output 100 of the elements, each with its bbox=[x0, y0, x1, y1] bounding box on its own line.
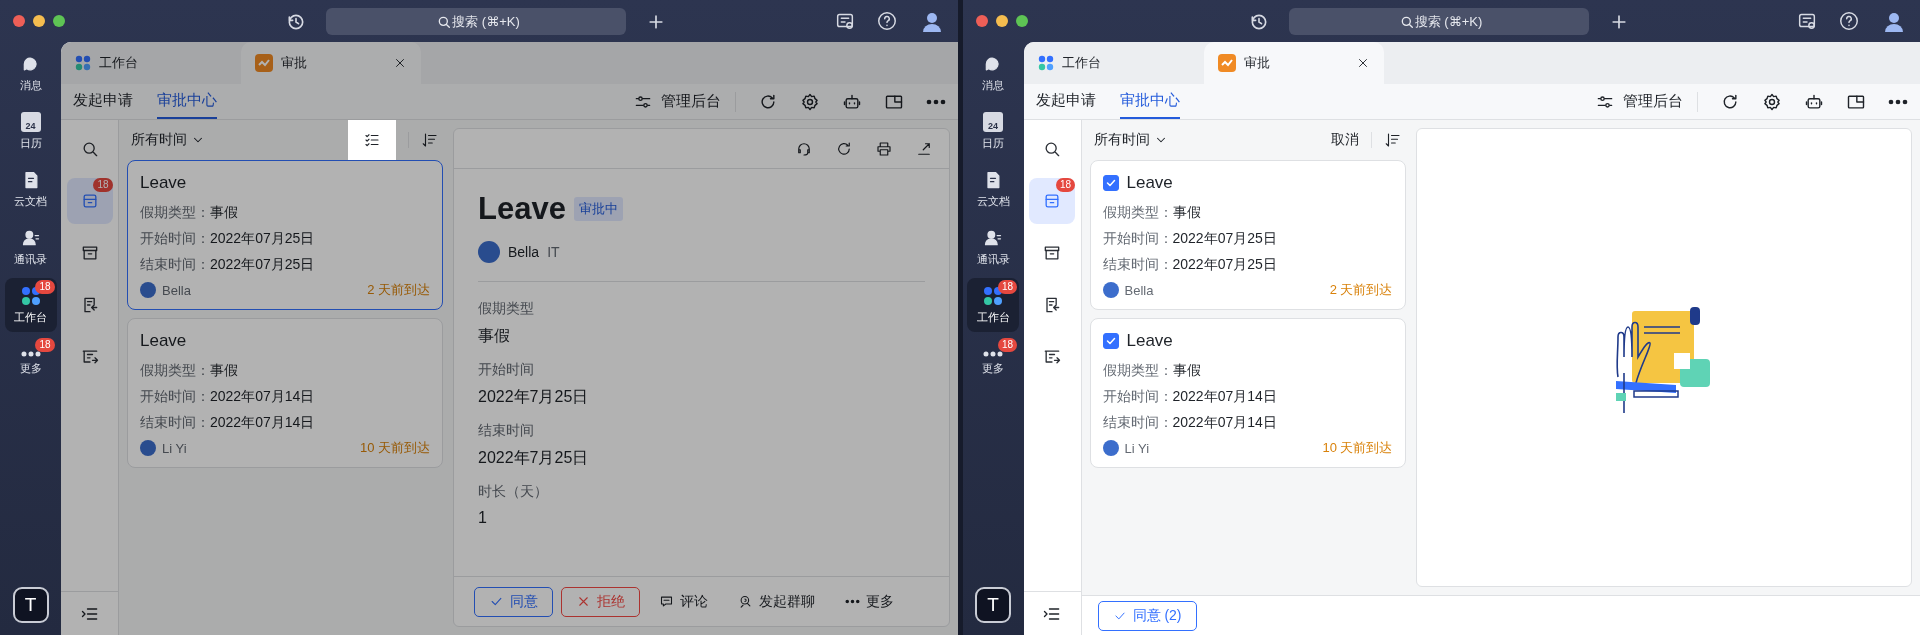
sort-button[interactable] bbox=[421, 131, 439, 149]
app-tab[interactable]: 审批 bbox=[241, 42, 421, 84]
admin-button[interactable]: 管理后台 bbox=[1595, 91, 1698, 112]
arrival-time: 10 天前到达 bbox=[1322, 439, 1393, 457]
field-text: 假期类型：事假 bbox=[140, 361, 239, 380]
requester-name: Bella bbox=[162, 282, 191, 298]
nav-tab[interactable]: 发起申请 bbox=[73, 84, 133, 119]
sort-icon bbox=[421, 131, 439, 149]
requester-name: Bella bbox=[1124, 282, 1154, 298]
rail-item[interactable]: 24 日历 bbox=[967, 104, 1019, 158]
rail-item[interactable]: 云文档 bbox=[4, 162, 57, 216]
search-icon bbox=[436, 14, 452, 30]
help-icon bbox=[1838, 10, 1860, 32]
print-icon bbox=[874, 139, 893, 158]
approval-card[interactable]: Leave 假期类型：事假 开始时间：2022年07月14日 结束时间：2022年07月14日 Li Yi 10 天前到达 bbox=[1089, 318, 1406, 468]
more-icon bbox=[20, 350, 41, 357]
detail-title: Leave bbox=[478, 191, 566, 227]
requester-name: Li Yi bbox=[1124, 440, 1150, 456]
help-button[interactable] bbox=[1838, 10, 1860, 32]
time-filter-dropdown[interactable]: 所有时间 bbox=[131, 131, 205, 149]
ellipsis-icon bbox=[845, 599, 860, 604]
field-label: 结束时间 bbox=[478, 422, 535, 440]
ellipsis-icon bbox=[1888, 98, 1908, 105]
chat-search-icon bbox=[738, 594, 753, 609]
rail-item[interactable]: 云文档 bbox=[967, 162, 1019, 216]
four-dots-icon bbox=[75, 55, 91, 71]
four-dots-icon bbox=[20, 285, 41, 306]
four-dots-icon bbox=[983, 285, 1003, 306]
group-chat-button[interactable]: 发起群聊 bbox=[727, 586, 826, 617]
check-icon bbox=[1104, 335, 1117, 347]
count-badge: 18 bbox=[1055, 178, 1075, 192]
search-field[interactable]: 搜索 (⌘+K) bbox=[1288, 8, 1589, 35]
settings-button[interactable] bbox=[799, 91, 820, 112]
field-text: 假期类型：事假 bbox=[140, 203, 239, 222]
count-badge: 18 bbox=[997, 280, 1017, 294]
settings-button[interactable] bbox=[1762, 91, 1782, 112]
checkbox[interactable] bbox=[1102, 333, 1119, 349]
workspace-avatar[interactable]: T bbox=[975, 587, 1011, 623]
checkbox[interactable] bbox=[1102, 175, 1119, 191]
field-value: 1 bbox=[478, 509, 488, 527]
rail-item[interactable]: 24 日历 bbox=[4, 104, 57, 158]
approval-card[interactable]: Leave 假期类型：事假 开始时间：2022年07月25日 结束时间：2022年07月25日 Bella 2 天前到达 bbox=[127, 160, 443, 310]
cancel-button[interactable]: 取消 bbox=[1330, 131, 1359, 149]
field-text: 开始时间：2022年07月25日 bbox=[140, 229, 316, 248]
time-filter-dropdown[interactable]: 所有时间 bbox=[1093, 131, 1168, 149]
rail-item[interactable]: 更多 18 bbox=[4, 336, 57, 390]
rail-item[interactable]: 通讯录 bbox=[4, 220, 57, 274]
comment-button[interactable]: 评论 bbox=[648, 586, 719, 617]
rail-item[interactable]: 消息 bbox=[967, 46, 1019, 100]
avatar-circle bbox=[1102, 440, 1119, 456]
search-field[interactable]: 搜索 (⌘+K) bbox=[326, 8, 626, 35]
comment-icon bbox=[659, 594, 674, 609]
print-button[interactable] bbox=[874, 139, 893, 158]
field-text: 结束时间：2022年07月14日 bbox=[1102, 413, 1278, 432]
card-title: Leave bbox=[140, 173, 187, 193]
applicant-name: Bella bbox=[508, 244, 540, 260]
more-button[interactable]: 更多 bbox=[834, 586, 905, 617]
approve-button[interactable]: 同意 (2) bbox=[1097, 600, 1197, 631]
field-text: 结束时间：2022年07月25日 bbox=[1102, 255, 1278, 274]
more-button[interactable] bbox=[925, 98, 946, 105]
field-text: 开始时间：2022年07月14日 bbox=[140, 387, 316, 406]
nav-tab[interactable]: 审批中心 bbox=[157, 84, 217, 119]
rail-item[interactable]: 消息 bbox=[4, 46, 57, 100]
rail-item[interactable]: 通讯录 bbox=[967, 220, 1019, 274]
rail-item[interactable]: 工作台 18 bbox=[967, 278, 1019, 332]
admin-button[interactable]: 管理后台 bbox=[632, 91, 736, 112]
approval-card[interactable]: Leave 假期类型：事假 开始时间：2022年07月25日 结束时间：2022年07月25日 Bella 2 天前到达 bbox=[1089, 160, 1406, 310]
count-badge: 18 bbox=[35, 338, 55, 352]
field-value: 事假 bbox=[478, 326, 511, 346]
side-nav-button[interactable]: 18 bbox=[1029, 178, 1075, 224]
multi-select-button[interactable] bbox=[348, 120, 396, 160]
nav-tab[interactable]: 审批中心 bbox=[1119, 84, 1180, 119]
rail-item[interactable]: 工作台 18 bbox=[4, 278, 57, 332]
more-button[interactable] bbox=[1888, 98, 1908, 105]
nav-tab[interactable]: 发起申请 bbox=[1035, 84, 1096, 119]
settings-icon bbox=[799, 91, 820, 112]
approval-card[interactable]: Leave 假期类型：事假 开始时间：2022年07月14日 结束时间：2022年07月14日 Li Yi 10 天前到达 bbox=[127, 318, 443, 468]
field-label: 开始时间 bbox=[478, 361, 535, 379]
arrival-time: 10 天前到达 bbox=[359, 439, 430, 457]
field-text: 假期类型：事假 bbox=[1102, 203, 1202, 222]
approve-button[interactable]: 同意 bbox=[474, 586, 553, 617]
sort-button[interactable] bbox=[1383, 131, 1402, 149]
card-title: Leave bbox=[1126, 173, 1173, 193]
field-value: 2022年7月25日 bbox=[478, 448, 590, 468]
check-icon bbox=[1104, 177, 1117, 189]
status-tag: 审批中 bbox=[573, 197, 623, 221]
app-tab[interactable]: 工作台 bbox=[1023, 42, 1204, 84]
workspace-avatar[interactable]: T bbox=[12, 587, 49, 623]
help-button[interactable] bbox=[875, 10, 898, 32]
ellipsis-icon bbox=[925, 98, 946, 105]
app-tab[interactable]: 审批 bbox=[1203, 42, 1384, 84]
field-label: 时长（天） bbox=[478, 483, 549, 501]
avatar-circle bbox=[478, 241, 500, 263]
field-text: 开始时间：2022年07月25日 bbox=[1102, 229, 1278, 248]
avatar-circle bbox=[140, 440, 156, 456]
app-tab[interactable]: 工作台 bbox=[61, 42, 241, 84]
avatar-circle bbox=[140, 282, 156, 298]
department: IT bbox=[547, 244, 560, 260]
rail-item[interactable]: 更多 18 bbox=[967, 336, 1019, 390]
field-text: 开始时间：2022年07月14日 bbox=[1102, 387, 1278, 406]
